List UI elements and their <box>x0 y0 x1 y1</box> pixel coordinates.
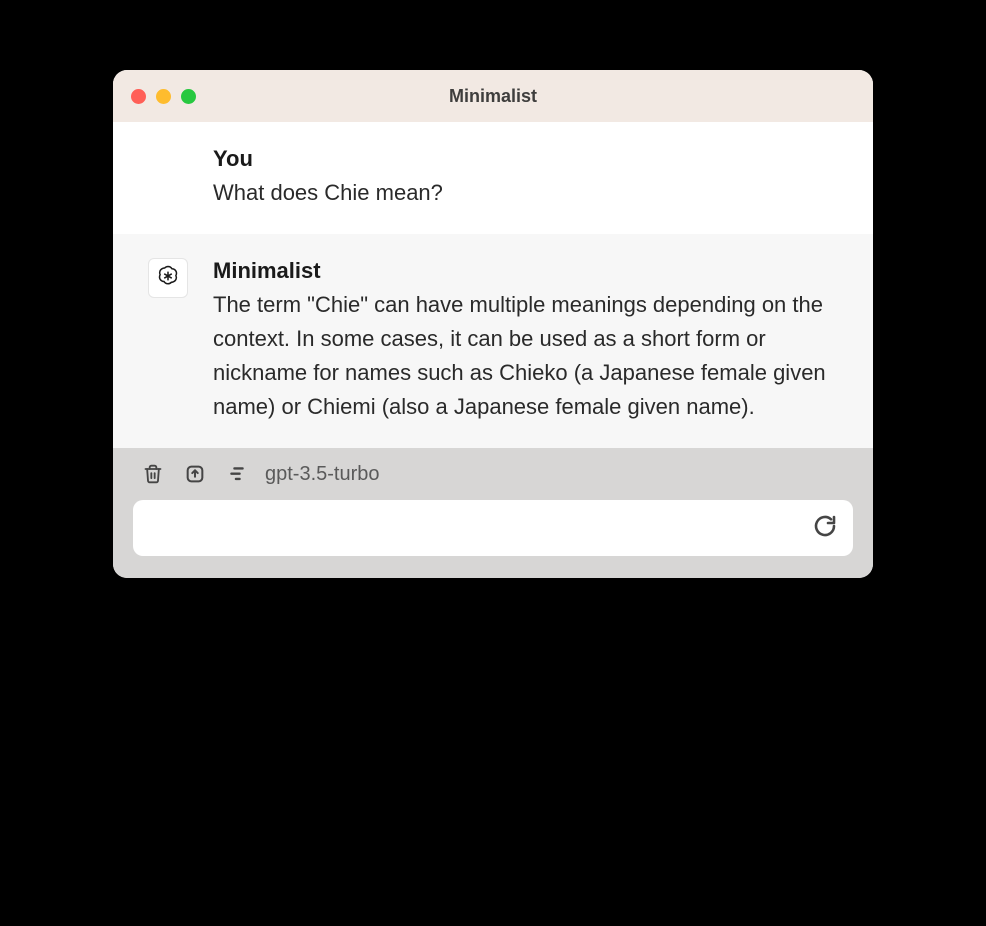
message-user: You What does Chie mean? <box>113 122 873 234</box>
titlebar: Minimalist <box>113 70 873 122</box>
model-label: gpt-3.5-turbo <box>265 463 380 486</box>
close-button[interactable] <box>131 89 146 104</box>
avatar-col <box>143 258 193 424</box>
footer: gpt-3.5-turbo <box>113 448 873 578</box>
app-window: Minimalist You What does Chie mean? <box>113 70 873 578</box>
assistant-avatar <box>148 258 188 298</box>
message-list: You What does Chie mean? Minimalist The … <box>113 122 873 448</box>
message-text: The term "Chie" can have multiple meanin… <box>213 288 843 424</box>
window-title: Minimalist <box>113 86 873 107</box>
input-row <box>133 500 853 556</box>
sender-label: Minimalist <box>213 258 843 284</box>
message-text: What does Chie mean? <box>213 176 843 210</box>
traffic-lights <box>131 89 196 104</box>
avatar-placeholder <box>143 146 193 210</box>
message-input[interactable] <box>147 518 811 539</box>
settings-icon[interactable] <box>225 462 249 486</box>
openai-icon <box>155 263 181 294</box>
sender-label: You <box>213 146 843 172</box>
minimize-button[interactable] <box>156 89 171 104</box>
maximize-button[interactable] <box>181 89 196 104</box>
refresh-icon <box>813 514 837 543</box>
message-content: Minimalist The term "Chie" can have mult… <box>213 258 843 424</box>
message-assistant: Minimalist The term "Chie" can have mult… <box>113 234 873 448</box>
trash-icon[interactable] <box>141 462 165 486</box>
message-content: You What does Chie mean? <box>213 146 843 210</box>
upload-icon[interactable] <box>183 462 207 486</box>
toolbar: gpt-3.5-turbo <box>133 462 853 486</box>
refresh-button[interactable] <box>811 514 839 542</box>
